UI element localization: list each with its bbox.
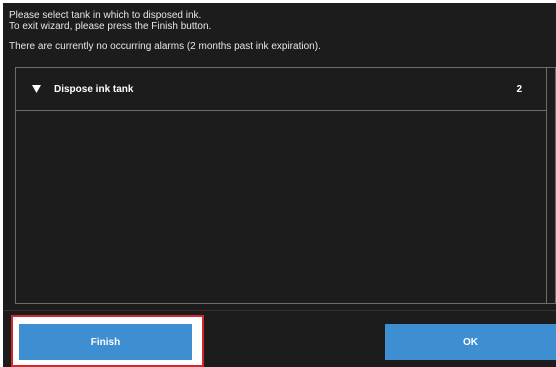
- dispose-ink-tank-group-header[interactable]: Dispose ink tank 2: [16, 68, 546, 111]
- instruction-line-1: Please select tank in which to disposed …: [9, 10, 202, 21]
- finish-button[interactable]: Finish: [19, 324, 192, 360]
- group-count: 2: [516, 83, 522, 95]
- alarm-status-text: There are currently no occurring alarms …: [9, 41, 321, 52]
- triangle-down-icon[interactable]: [31, 85, 41, 93]
- group-title: Dispose ink tank: [54, 83, 134, 95]
- instruction-line-2: To exit wizard, please press the Finish …: [9, 21, 212, 32]
- ok-button[interactable]: OK: [385, 324, 556, 360]
- list-scroll-divider: [546, 68, 547, 303]
- instructions: Please select tank in which to disposed …: [9, 10, 549, 52]
- footer-divider: [3, 310, 556, 311]
- tank-list-panel: Dispose ink tank 2: [15, 67, 556, 304]
